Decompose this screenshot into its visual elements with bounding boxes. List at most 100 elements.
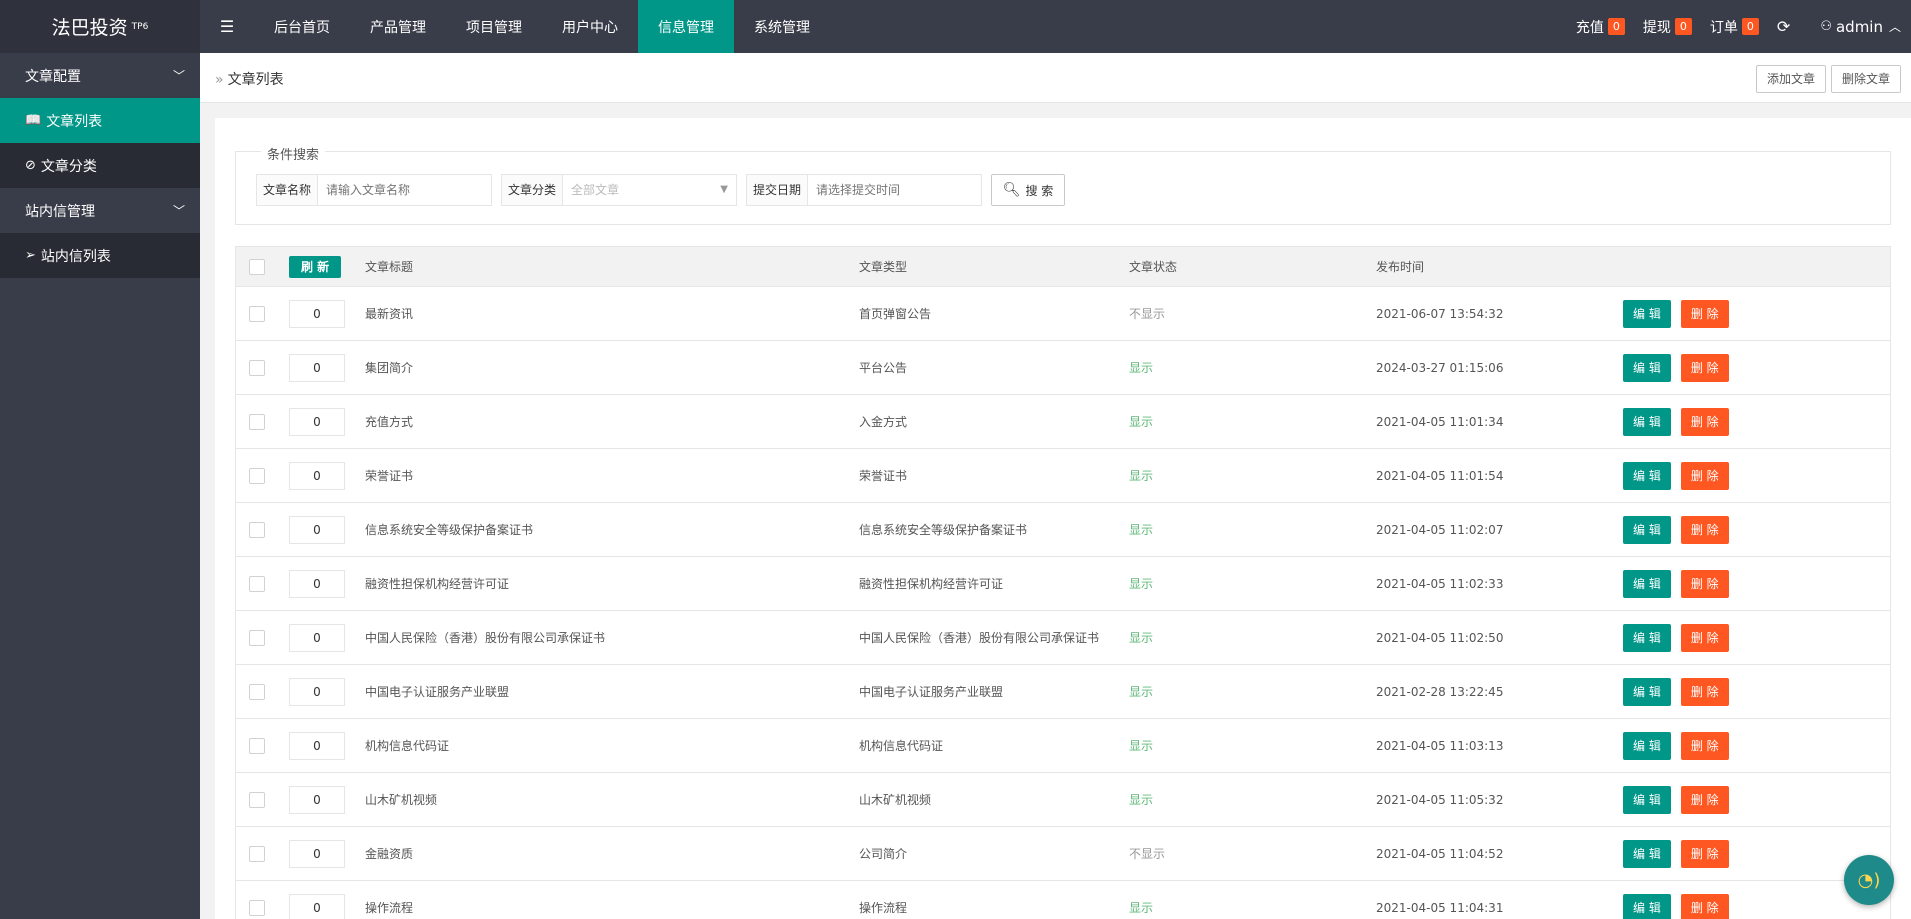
sort-input[interactable]: 0 xyxy=(289,353,345,382)
select-all-cell xyxy=(249,247,265,286)
sidebar-item-article-category[interactable]: ⊘ 文章分类 xyxy=(0,143,200,188)
category-select[interactable]: 全部文章 xyxy=(563,175,628,205)
nav-products[interactable]: 产品管理 xyxy=(350,0,446,53)
sidebar-group-message[interactable]: 站内信管理 ﹀ xyxy=(0,188,200,233)
delete-button[interactable]: 删 除 xyxy=(1680,677,1729,706)
user-menu[interactable]: ⚇ admin ︿ xyxy=(1820,18,1901,36)
edit-button[interactable]: 编 辑 xyxy=(1623,461,1671,490)
select-all-checkbox[interactable] xyxy=(249,258,265,275)
article-status: 显示 xyxy=(1129,685,1154,699)
logo[interactable]: 法巴投资 TP6 xyxy=(0,0,200,53)
delete-button[interactable]: 删 除 xyxy=(1680,515,1729,544)
delete-button[interactable]: 删 除 xyxy=(1680,839,1729,868)
row-checkbox[interactable] xyxy=(249,737,265,754)
row-checkbox[interactable] xyxy=(249,629,265,646)
support-chat-icon[interactable]: ◔) xyxy=(1844,855,1894,905)
edit-button[interactable]: 编 辑 xyxy=(1623,623,1671,652)
edit-button[interactable]: 编 辑 xyxy=(1623,893,1671,919)
edit-button[interactable]: 编 辑 xyxy=(1623,731,1671,760)
article-type: 首页弹窗公告 xyxy=(859,307,932,321)
row-checkbox[interactable] xyxy=(249,521,265,538)
row-checkbox[interactable] xyxy=(249,305,265,322)
sort-input[interactable]: 0 xyxy=(289,839,345,868)
nav-users[interactable]: 用户中心 xyxy=(542,0,638,53)
delete-button[interactable]: 删 除 xyxy=(1680,407,1729,436)
delete-button[interactable]: 删 除 xyxy=(1680,731,1729,760)
sidebar-item-message-list[interactable]: ➢ 站内信列表 xyxy=(0,233,200,278)
sort-input[interactable]: 0 xyxy=(289,407,345,436)
content-card: 条件搜索 文章名称 文章分类 全部文章 ▼ 提交日期 🔍︎ 搜 索 xyxy=(215,118,1911,919)
publish-time: 2021-04-05 11:02:07 xyxy=(1376,522,1504,537)
sort-input[interactable]: 0 xyxy=(289,677,345,706)
publish-time: 2021-04-05 11:01:54 xyxy=(1376,468,1504,483)
sort-input[interactable]: 0 xyxy=(289,623,345,652)
edit-button[interactable]: 编 辑 xyxy=(1623,407,1671,436)
search-button-label: 搜 索 xyxy=(1025,183,1054,198)
edit-button[interactable]: 编 辑 xyxy=(1623,569,1671,598)
edit-button[interactable]: 编 辑 xyxy=(1623,677,1671,706)
row-actions: 编 辑删 除 xyxy=(1623,341,1739,394)
row-checkbox[interactable] xyxy=(249,791,265,808)
row-checkbox[interactable] xyxy=(249,899,265,916)
edit-button[interactable]: 编 辑 xyxy=(1623,839,1671,868)
row-actions: 编 辑删 除 xyxy=(1623,881,1739,919)
table-header: 刷 新 文章标题 文章类型 文章状态 发布时间 xyxy=(236,247,1890,287)
row-checkbox[interactable] xyxy=(249,413,265,430)
sort-input[interactable]: 0 xyxy=(289,515,345,544)
sidebar-item-article-list[interactable]: 📖 文章列表 xyxy=(0,98,200,143)
refresh-icon[interactable]: ⟳ xyxy=(1777,17,1790,36)
order-link[interactable]: 订单 0 xyxy=(1710,17,1759,37)
date-input[interactable] xyxy=(808,175,979,205)
article-title: 机构信息代码证 xyxy=(365,739,450,753)
article-status: 显示 xyxy=(1129,469,1154,483)
category-filter[interactable]: 文章分类 全部文章 ▼ xyxy=(501,174,737,206)
article-title: 荣誉证书 xyxy=(365,469,414,483)
article-type: 信息系统安全等级保护备案证书 xyxy=(859,523,1028,537)
publish-time: 2021-04-05 11:05:32 xyxy=(1376,792,1504,807)
delete-button[interactable]: 删 除 xyxy=(1680,353,1729,382)
delete-button[interactable]: 删 除 xyxy=(1680,569,1729,598)
nav-home[interactable]: 后台首页 xyxy=(254,0,350,53)
withdraw-link[interactable]: 提现 0 xyxy=(1643,17,1692,37)
row-checkbox[interactable] xyxy=(249,467,265,484)
refresh-button[interactable]: 刷 新 xyxy=(289,255,342,278)
delete-button[interactable]: 删 除 xyxy=(1680,461,1729,490)
delete-button[interactable]: 删 除 xyxy=(1680,785,1729,814)
row-checkbox[interactable] xyxy=(249,359,265,376)
chevron-down-icon: ﹀ xyxy=(172,204,185,218)
sort-input[interactable]: 0 xyxy=(289,569,345,598)
menu-fold-icon[interactable]: ☰ xyxy=(200,0,254,53)
sort-input[interactable]: 0 xyxy=(289,461,345,490)
sort-input[interactable]: 0 xyxy=(289,731,345,760)
sort-input[interactable]: 0 xyxy=(289,785,345,814)
row-checkbox[interactable] xyxy=(249,575,265,592)
sort-input[interactable]: 0 xyxy=(289,299,345,328)
delete-button[interactable]: 删 除 xyxy=(1680,893,1729,919)
nav-info[interactable]: 信息管理 xyxy=(638,0,734,53)
edit-button[interactable]: 编 辑 xyxy=(1623,353,1671,382)
row-checkbox-cell xyxy=(249,449,265,502)
edit-button[interactable]: 编 辑 xyxy=(1623,515,1671,544)
row-checkbox[interactable] xyxy=(249,683,265,700)
edit-button[interactable]: 编 辑 xyxy=(1623,299,1671,328)
article-title: 融资性担保机构经营许可证 xyxy=(365,577,510,591)
delete-button[interactable]: 删 除 xyxy=(1680,623,1729,652)
main-content: »文章列表 添加文章 删除文章 条件搜索 文章名称 文章分类 全部文章 ▼ 提交… xyxy=(200,53,1911,919)
sort-cell: 0 xyxy=(289,503,345,556)
nav-system[interactable]: 系统管理 xyxy=(734,0,830,53)
delete-article-button[interactable]: 删除文章 xyxy=(1830,65,1901,93)
add-article-button[interactable]: 添加文章 xyxy=(1755,65,1826,93)
nav-projects[interactable]: 项目管理 xyxy=(446,0,542,53)
article-title: 集团简介 xyxy=(365,361,414,375)
article-name-input[interactable] xyxy=(318,175,489,205)
edit-button[interactable]: 编 辑 xyxy=(1623,785,1671,814)
row-checkbox-cell xyxy=(249,287,265,340)
sort-cell: 0 xyxy=(289,557,345,610)
sidebar-group-article-config[interactable]: 文章配置 ﹀ xyxy=(0,53,200,98)
sort-input[interactable]: 0 xyxy=(289,893,345,919)
send-icon: ➢ xyxy=(25,248,36,263)
recharge-link[interactable]: 充值 0 xyxy=(1576,17,1625,37)
search-button[interactable]: 🔍︎ 搜 索 xyxy=(991,174,1065,206)
delete-button[interactable]: 删 除 xyxy=(1680,299,1729,328)
row-checkbox[interactable] xyxy=(249,845,265,862)
